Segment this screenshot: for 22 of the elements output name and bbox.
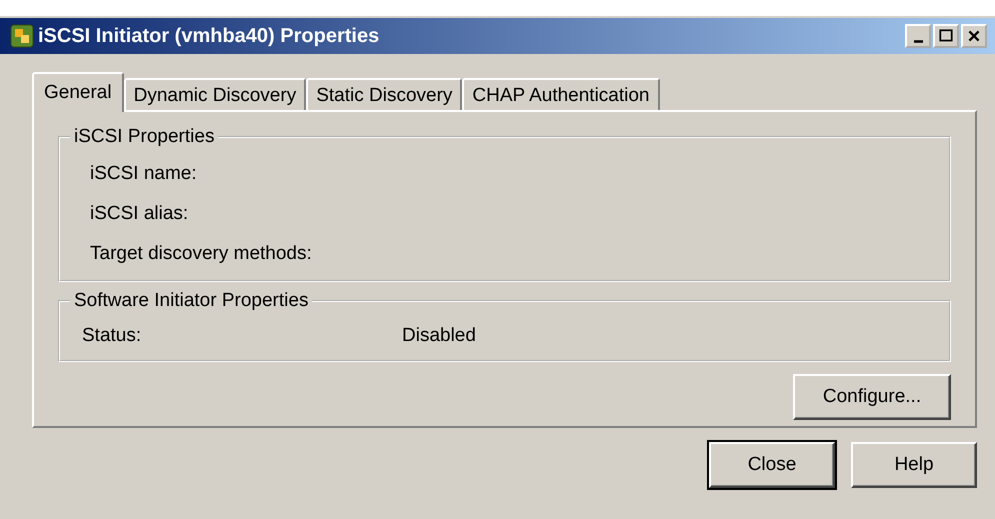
tab[interactable]: Static Discovery <box>306 78 462 112</box>
tab[interactable]: CHAP Authentication <box>462 78 660 112</box>
close-button[interactable] <box>961 24 987 48</box>
minimize-icon <box>914 40 922 42</box>
app-icon <box>10 24 34 48</box>
minimize-button[interactable] <box>905 24 931 48</box>
close-icon <box>966 29 982 43</box>
dialog-button[interactable]: Help <box>851 442 977 488</box>
property-value: Disabled <box>402 325 476 347</box>
tab[interactable]: Dynamic Discovery <box>124 78 306 112</box>
window-title: iSCSI Initiator (vmhba40) Properties <box>38 24 380 48</box>
property-label: Status: <box>82 325 142 347</box>
tab[interactable]: General <box>32 72 124 112</box>
property-label: iSCSI alias: <box>90 203 190 225</box>
property-label: Target discovery methods: <box>90 243 313 265</box>
dialog-button[interactable]: Close <box>709 442 835 488</box>
maximize-button[interactable] <box>933 24 959 48</box>
group-title: Software Initiator Properties <box>73 290 310 312</box>
group-title: iSCSI Properties <box>73 126 216 148</box>
property-label: iSCSI name: <box>90 163 198 185</box>
maximize-icon <box>938 29 954 43</box>
configure-button[interactable]: Configure... <box>793 374 951 420</box>
